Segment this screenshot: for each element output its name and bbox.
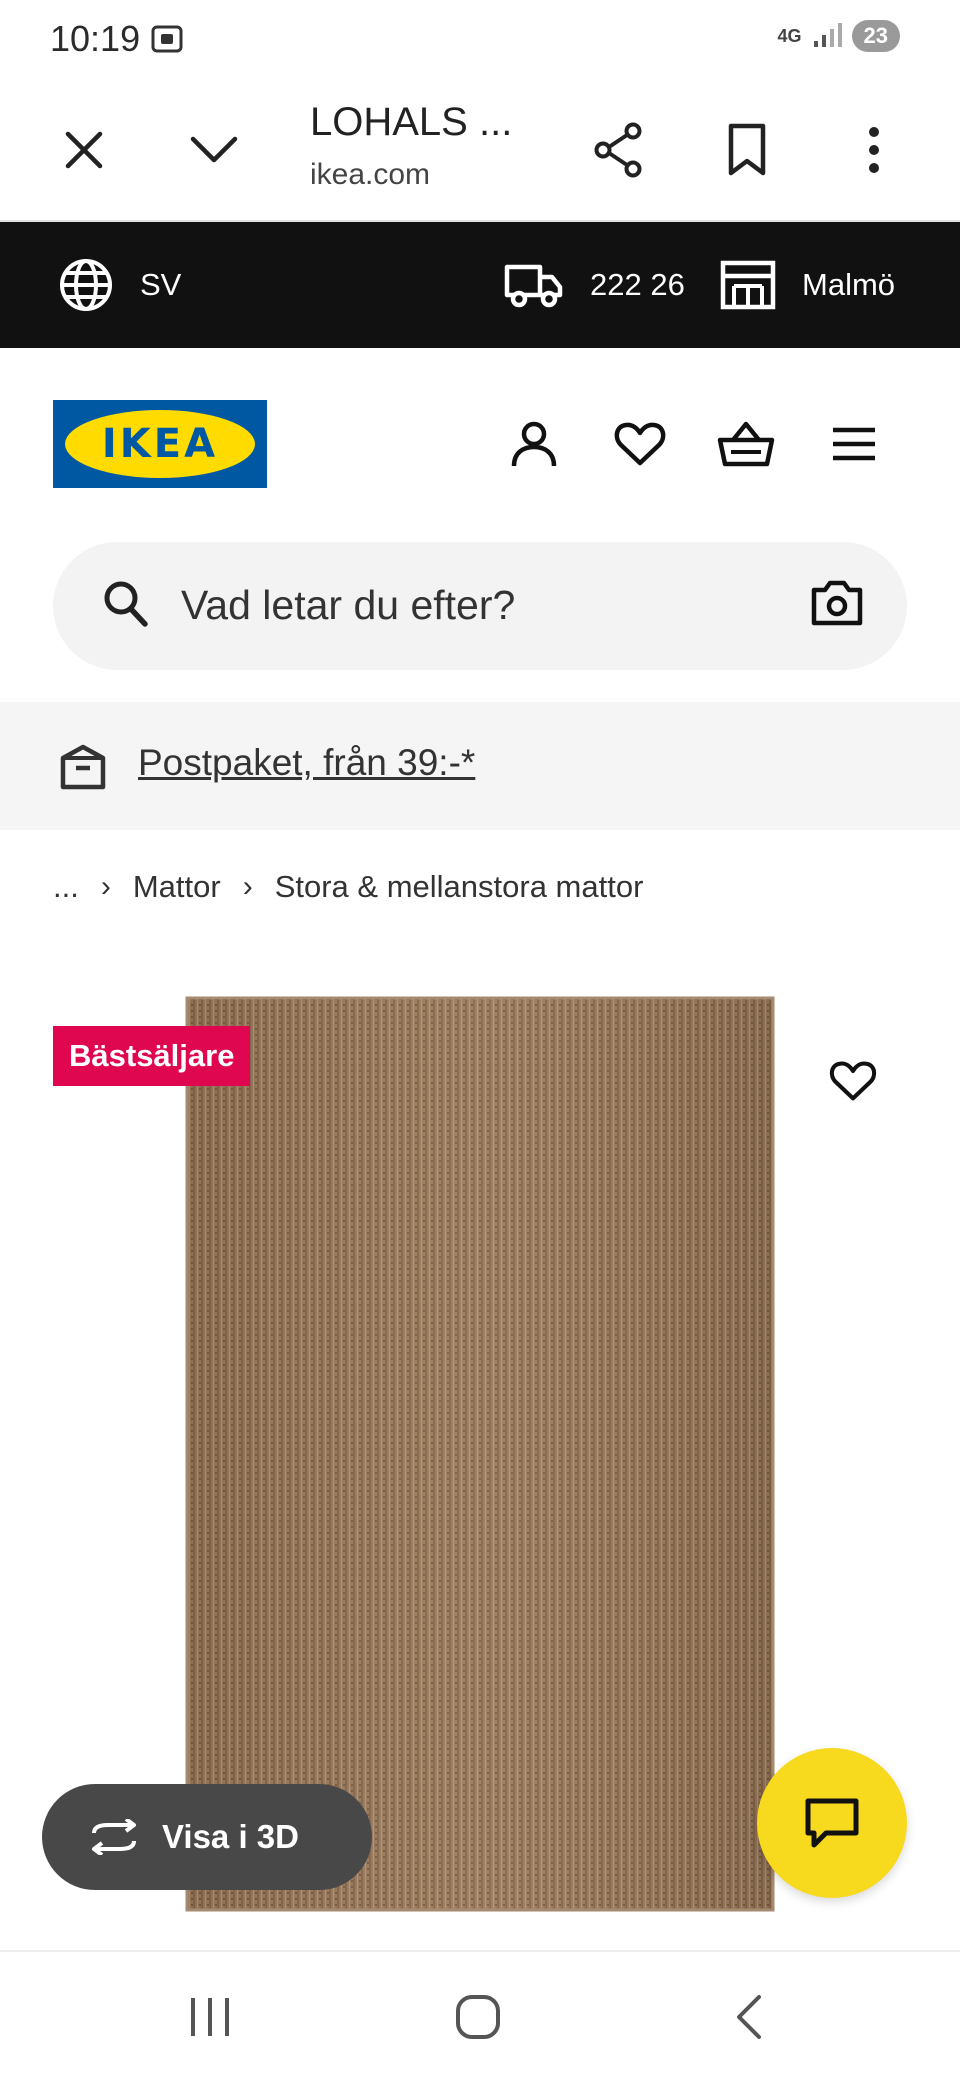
android-nav-bar xyxy=(0,1950,960,2080)
search-input[interactable]: Vad letar du efter? xyxy=(181,582,515,629)
battery-indicator: 23 xyxy=(851,20,900,52)
chevron-down-icon[interactable] xyxy=(182,118,246,182)
globe-icon xyxy=(60,259,112,311)
language-label: SV xyxy=(140,267,182,302)
recent-apps-icon[interactable] xyxy=(170,1982,250,2052)
breadcrumb-item-mattor[interactable]: Mattor xyxy=(133,869,221,905)
signal-icon xyxy=(813,23,842,47)
store-icon xyxy=(720,260,776,310)
breadcrumb: ... › Mattor › Stora & mellanstora matto… xyxy=(53,862,643,912)
breadcrumb-item-stora-mattor[interactable]: Stora & mellanstora mattor xyxy=(275,869,644,905)
menu-icon[interactable] xyxy=(822,412,886,476)
search-bar[interactable]: Vad letar du efter? xyxy=(53,542,907,670)
status-indicators: 4G 23 xyxy=(777,20,900,52)
breadcrumb-ellipsis[interactable]: ... xyxy=(53,869,79,905)
status-time: 10:19 xyxy=(50,18,141,59)
search-icon xyxy=(103,580,149,635)
promo-bar: Postpaket, från 39:-* xyxy=(0,702,960,830)
add-to-favorites-heart-icon[interactable] xyxy=(820,1048,886,1114)
home-icon[interactable] xyxy=(438,1982,518,2052)
postpaket-link[interactable]: Postpaket, från 39:-* xyxy=(138,742,475,784)
share-icon[interactable] xyxy=(587,118,651,182)
store-label: Malmö xyxy=(802,267,896,302)
language-selector[interactable]: SV xyxy=(58,222,181,348)
more-vert-icon[interactable] xyxy=(842,118,906,182)
logo-text: IKEA xyxy=(101,421,219,467)
page-title[interactable]: LOHALS ... xyxy=(310,100,512,145)
package-icon xyxy=(60,744,106,795)
postcode-selector[interactable]: 222 26 xyxy=(504,222,685,348)
status-bar: 10:19 4G 23 xyxy=(0,0,960,78)
network-type: 4G xyxy=(777,26,802,46)
chevron-right-icon: › xyxy=(100,870,111,903)
product-image[interactable] xyxy=(185,996,775,1912)
truck-icon xyxy=(504,264,563,308)
rotate-3d-icon xyxy=(86,1819,142,1855)
heart-icon[interactable] xyxy=(608,412,672,476)
close-icon[interactable] xyxy=(52,118,116,182)
basket-icon[interactable] xyxy=(714,412,778,476)
bestseller-badge: Bästsäljare xyxy=(53,1026,251,1086)
store-selector[interactable]: Malmö xyxy=(720,222,895,348)
page-domain[interactable]: ikea.com xyxy=(310,158,430,192)
chevron-right-icon: › xyxy=(242,870,253,903)
browser-toolbar: LOHALS ... ikea.com xyxy=(0,78,960,222)
view-in-3d-button[interactable]: Visa i 3D xyxy=(42,1784,372,1890)
screenshot-icon xyxy=(150,22,184,61)
locale-bar: SV 222 26 Malmö xyxy=(0,222,960,348)
user-icon[interactable] xyxy=(502,412,566,476)
bookmark-icon[interactable] xyxy=(715,118,779,182)
postcode-label: 222 26 xyxy=(590,267,685,302)
chat-button[interactable] xyxy=(757,1748,907,1898)
back-icon[interactable] xyxy=(708,1982,788,2052)
ikea-logo[interactable]: IKEA xyxy=(53,400,267,488)
camera-icon[interactable] xyxy=(811,580,863,631)
view-in-3d-label: Visa i 3D xyxy=(162,1818,299,1855)
chat-icon xyxy=(805,1798,859,1848)
